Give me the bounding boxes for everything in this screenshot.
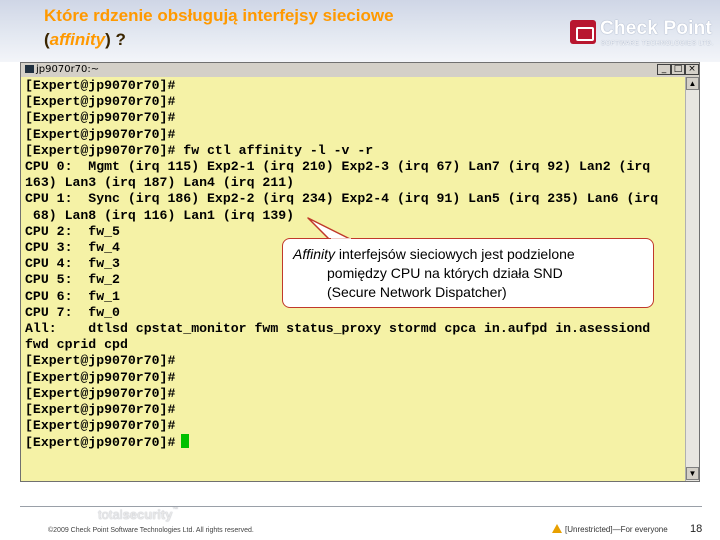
warning-icon [552,524,562,533]
callout-line-1: Affinity interfejsów sieciowych jest pod… [293,245,643,264]
footer-classification: [Unrestricted]—For everyone [552,524,668,534]
footer-brand: totalsecurity™ [98,507,178,522]
callout-affinity: Affinity [293,246,336,262]
page-number: 18 [690,523,703,535]
callout-line-2: pomiędzy CPU na których działa SND [327,265,563,281]
footer-copyright: ©2009 Check Point Software Technologies … [48,527,254,534]
callout-text: Affinity interfejsów sieciowych jest pod… [293,245,643,302]
callout-line-1-rest: interfejsów sieciowych jest podzielone [335,246,575,262]
brand-tm: ™ [172,507,179,513]
callout-box: Affinity interfejsów sieciowych jest pod… [282,238,654,308]
callout-line-3: (Secure Network Dispatcher) [327,284,507,300]
classification-text: [Unrestricted]—For everyone [565,525,668,534]
brand-light: total [98,507,123,522]
brand-bold: security [122,507,173,522]
